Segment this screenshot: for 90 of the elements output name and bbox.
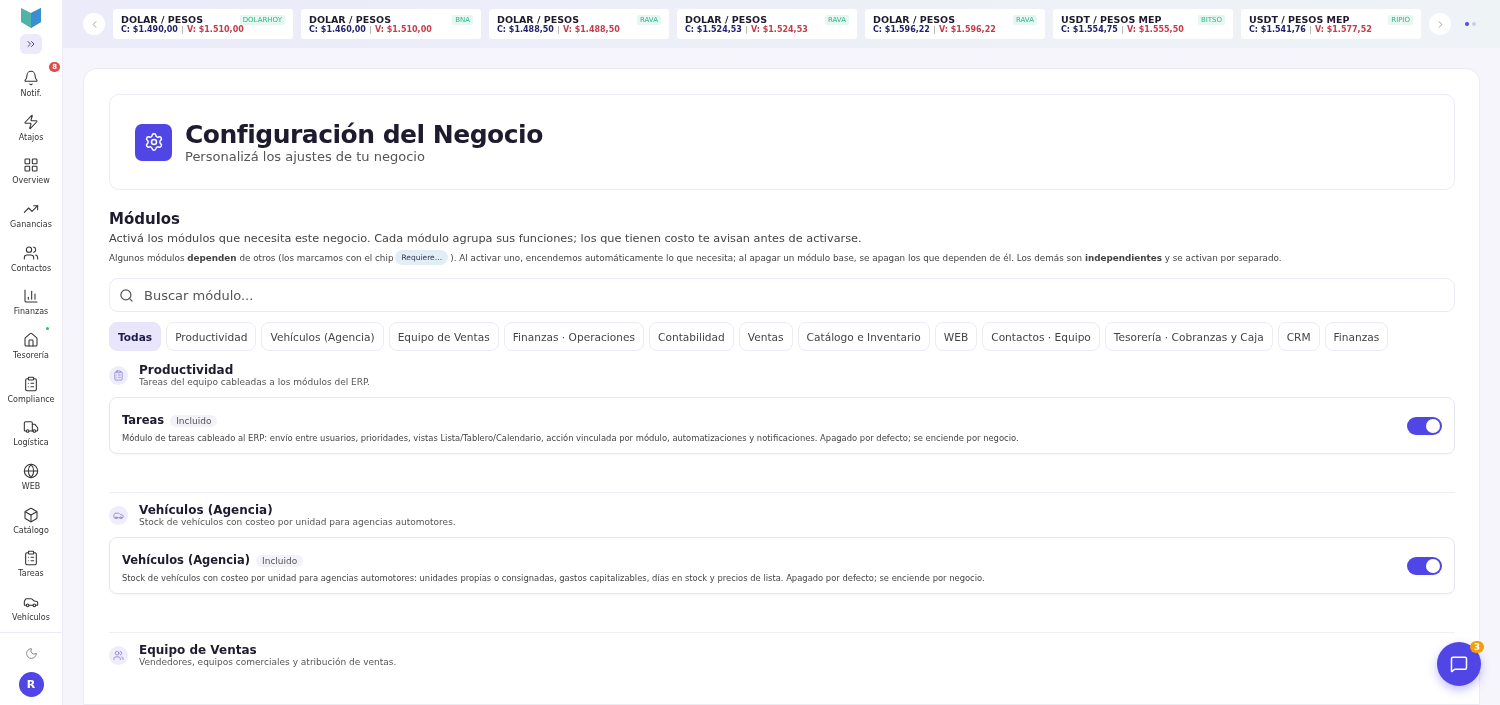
buy-rate: C: $1.488,50 <box>497 25 554 34</box>
user-avatar[interactable]: R <box>18 672 44 697</box>
buy-rate: C: $1.524,53 <box>685 25 742 34</box>
house-icon <box>23 331 39 348</box>
sell-rate: V: $1.510,00 <box>374 25 432 34</box>
category-tab[interactable]: CRM <box>1277 322 1320 351</box>
sell-rate: V: $1.510,00 <box>186 25 244 34</box>
lightning-icon <box>23 113 39 130</box>
category-tab[interactable]: Catálogo e Inventario <box>797 322 930 351</box>
category-tab[interactable]: Tesorería · Cobranzas y Caja <box>1104 322 1273 351</box>
search-field[interactable]: Buscar módulo... <box>109 278 1455 312</box>
sidebar-item[interactable]: Ganancias <box>0 193 62 237</box>
module-name: Vehículos (Agencia) <box>122 552 251 567</box>
note-text: Algunos módulos dependen de otros (los marcamos con el chip <box>109 252 394 263</box>
sidebar-item[interactable]: Tareas <box>0 542 62 587</box>
category-tab[interactable]: Productividad <box>166 322 257 351</box>
group-subtitle: Stock de vehículos con costeo por unidad para agencias automotores. <box>139 517 456 527</box>
category-tab[interactable]: Ventas <box>738 322 793 351</box>
buy-rate: C: $1.596,22 <box>873 25 930 34</box>
category-tab[interactable]: WEB <box>934 322 978 351</box>
rate-title: USDT / PESOS MEP <box>1249 14 1350 25</box>
clipboard-icon <box>23 550 39 567</box>
category-tab[interactable]: Vehículos (Agencia) <box>261 322 384 351</box>
group-title: Productividad <box>139 363 235 377</box>
users-icon <box>23 244 39 261</box>
section-title: Módulos <box>109 210 182 228</box>
rate-title: DOLAR / PESOS <box>497 14 579 25</box>
box-icon <box>23 506 39 523</box>
rate-title: DOLAR / PESOS <box>309 14 391 25</box>
page-title: Configuración del Negocio <box>185 120 543 149</box>
buy-rate: C: $1.541,76 <box>1249 25 1306 34</box>
expand-button[interactable] <box>20 34 42 54</box>
group-subtitle: Vendedores, equipos comerciales y atribución de ventas. <box>139 657 397 667</box>
sell-rate: V: $1.524,53 <box>750 25 808 34</box>
clipboard-icon <box>23 375 39 392</box>
grid-icon <box>23 157 39 174</box>
sidebar-item[interactable]: Compliance <box>0 367 62 412</box>
chat-icon <box>1450 655 1468 673</box>
truck-icon <box>23 419 39 436</box>
category-tab[interactable]: Contabilidad <box>649 322 734 351</box>
page-subtitle: Personalizá los ajustes de tu negocio <box>185 149 426 164</box>
rate-title: DOLAR / PESOS <box>873 14 955 25</box>
sidebar-item[interactable]: Finanzas <box>0 280 62 325</box>
buy-rate: C: $1.460,00 <box>309 25 366 34</box>
toggle-switch[interactable] <box>1407 416 1442 435</box>
logo-icon[interactable] <box>19 6 43 30</box>
double-chevron-icon <box>25 38 37 50</box>
page-dot[interactable] <box>1472 22 1476 26</box>
category-tab[interactable]: Equipo de Ventas <box>388 322 499 351</box>
toggle-switch[interactable] <box>1407 556 1442 575</box>
globe-icon <box>23 463 39 480</box>
users-icon <box>113 649 124 661</box>
rate-title: DOLAR / PESOS <box>685 14 767 25</box>
sidebar-item[interactable]: Tesorería <box>0 324 62 368</box>
buy-rate: C: $1.554,75 <box>1061 25 1118 34</box>
included-badge: Incluido <box>256 554 304 567</box>
sidebar-item[interactable]: Atajos <box>0 105 62 150</box>
module-name: Tareas <box>122 412 165 427</box>
settings-icon <box>135 123 172 161</box>
intro-text: Activá los módulos que necesita este negocio. Cada módulo agrupa sus funciones; los que tienen costo te avisan antes de activarse. <box>109 232 863 245</box>
sell-rate: V: $1.555,50 <box>1126 25 1184 34</box>
category-tab[interactable]: Contactos · Equipo <box>982 322 1100 351</box>
note-text: ). Al activar uno, encendemos automáticamente lo que necesita; al apagar un módulo base, se apagan los que dependen de él. Los demás son independientes y se activan por separado. <box>450 252 1282 263</box>
sidebar-item[interactable]: Logística <box>0 411 62 456</box>
category-tab[interactable]: Finanzas · Operaciones <box>503 322 645 351</box>
search-icon <box>119 288 134 303</box>
moon-icon[interactable] <box>24 647 38 660</box>
category-tab[interactable]: Finanzas <box>1324 322 1389 351</box>
group-subtitle: Tareas del equipo cableadas a los módulos del ERP. <box>139 377 370 387</box>
sidebar-item[interactable]: Vehículos <box>0 586 62 630</box>
included-badge: Incluido <box>170 414 218 427</box>
module-description: Stock de vehículos con costeo por unidad para agencias automotores: unidades propias o consignadas, gastos capitalizables, días en stock y precios de lista. Apagado por defecto; se enciende por negocio. <box>122 572 985 583</box>
sell-rate: V: $1.596,22 <box>938 25 996 34</box>
sidebar-item[interactable]: Contactos <box>0 236 62 281</box>
category-tab[interactable]: Todas <box>109 322 162 351</box>
rate-title: USDT / PESOS MEP <box>1061 14 1162 25</box>
clipboard-icon <box>113 369 124 381</box>
buy-rate: C: $1.490,00 <box>121 25 178 34</box>
bar-chart-icon <box>23 288 39 305</box>
sidebar-item[interactable]: Overview <box>0 149 62 194</box>
group-title: Vehículos (Agencia) <box>139 503 274 517</box>
sell-rate: V: $1.488,50 <box>562 25 620 34</box>
sidebar-item[interactable]: WEB <box>0 455 62 499</box>
rate-title: DOLAR / PESOS <box>121 14 203 25</box>
sell-rate: V: $1.577,52 <box>1314 25 1372 34</box>
page-dot[interactable] <box>1465 22 1469 26</box>
group-title: Equipo de Ventas <box>139 643 258 657</box>
bell-icon <box>23 69 39 86</box>
sidebar-item[interactable]: Catálogo <box>0 498 62 543</box>
module-description: Módulo de tareas cableado al ERP: envío entre usuarios, prioridades, vistas Lista/Tablero/Calendario, acción vinculada por módulo, automatizaciones y notificaciones. Apagado por defecto; se enciende por negocio. <box>122 432 1019 443</box>
